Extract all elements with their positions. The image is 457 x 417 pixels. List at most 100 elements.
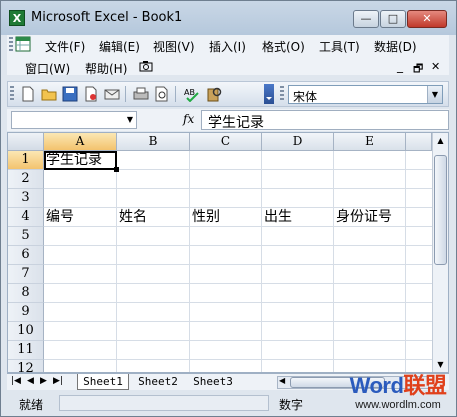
row-header-7[interactable]: 7 — [8, 265, 44, 284]
font-name: 宋体 — [293, 90, 318, 104]
svg-text:AB: AB — [184, 88, 195, 97]
scroll-left-icon[interactable]: ◀ — [279, 376, 285, 385]
formula-bar: ▼ fx 学生记录 — [7, 109, 449, 131]
window-title: Microsoft Excel - Book1 — [31, 10, 183, 25]
column-header-partial[interactable] — [406, 133, 432, 151]
minimize-button[interactable]: — — [353, 10, 379, 28]
row-header-3[interactable]: 3 — [8, 189, 44, 208]
cell-c4[interactable]: 性别 — [192, 208, 220, 227]
status-ready: 就绪 — [19, 398, 44, 412]
watermark-url: www.wordlm.com — [355, 399, 441, 411]
font-select[interactable]: 宋体 ▼ — [288, 85, 443, 104]
excel-icon[interactable]: X — [9, 10, 25, 26]
chevron-down-icon[interactable]: ▼ — [427, 86, 442, 103]
formula-content: 学生记录 — [208, 115, 264, 131]
doc-minimize-button[interactable]: _ — [397, 59, 403, 73]
cell-b4[interactable]: 姓名 — [119, 208, 147, 227]
tab-sheet3[interactable]: Sheet3 — [187, 374, 239, 390]
scroll-down-icon[interactable]: ▼ — [433, 357, 448, 372]
spelling-icon[interactable]: AB — [184, 86, 200, 103]
tab-sheet1[interactable]: Sheet1 — [77, 374, 129, 390]
row-header-5[interactable]: 5 — [8, 227, 44, 246]
watermark-cn: 联盟 — [403, 373, 447, 398]
grid-line — [44, 188, 439, 189]
grid-line — [44, 283, 439, 284]
chevron-down-icon[interactable]: ▼ — [127, 115, 133, 124]
column-header-e[interactable]: E — [334, 133, 406, 151]
grid-line — [44, 264, 439, 265]
menu-insert[interactable]: 插入(I) — [209, 38, 246, 55]
save-icon[interactable] — [62, 86, 78, 102]
menu-help[interactable]: 帮助(H) — [85, 60, 127, 77]
print-preview-icon[interactable] — [154, 86, 170, 102]
row-header-1[interactable]: 1 — [8, 151, 44, 170]
prev-sheet-icon[interactable]: ◀ — [27, 376, 34, 386]
menu-window[interactable]: 窗口(W) — [25, 60, 70, 77]
column-header-d[interactable]: D — [262, 133, 334, 151]
new-icon[interactable] — [20, 86, 36, 102]
title-bar[interactable]: X Microsoft Excel - Book1 — □ ✕ — [1, 1, 456, 35]
select-all-button[interactable] — [8, 133, 44, 151]
menu-tools[interactable]: 工具(T) — [319, 38, 360, 55]
standard-toolbar: AB 宋体 ▼ — [7, 81, 449, 107]
active-cell-border — [44, 151, 117, 170]
print-icon[interactable] — [133, 86, 149, 102]
row-header-9[interactable]: 9 — [8, 303, 44, 322]
cell-a4[interactable]: 编号 — [46, 208, 74, 227]
menu-format[interactable]: 格式(O) — [262, 38, 305, 55]
close-button[interactable]: ✕ — [407, 10, 447, 28]
maximize-button[interactable]: □ — [380, 10, 406, 28]
menu-view[interactable]: 视图(V) — [153, 38, 195, 55]
row-header-11[interactable]: 11 — [8, 341, 44, 360]
row-header-6[interactable]: 6 — [8, 246, 44, 265]
fx-icon[interactable]: fx — [183, 112, 194, 126]
menu-edit[interactable]: 编辑(E) — [99, 38, 140, 55]
column-header-b[interactable]: B — [117, 133, 190, 151]
workbook-icon[interactable] — [15, 36, 32, 53]
cell-d4[interactable]: 出生 — [264, 208, 292, 227]
menu-data[interactable]: 数据(D) — [374, 38, 417, 55]
fill-handle[interactable] — [114, 167, 119, 172]
doc-close-button[interactable]: ✕ — [431, 60, 440, 73]
vertical-scroll-thumb[interactable] — [434, 155, 447, 265]
toolbar-grip[interactable] — [10, 86, 14, 102]
toolbar-options-button[interactable] — [264, 84, 274, 104]
last-sheet-icon[interactable]: ▶| — [53, 376, 63, 386]
first-sheet-icon[interactable]: |◀ — [11, 376, 21, 386]
status-num-lock: 数字 — [279, 398, 304, 412]
row-header-2[interactable]: 2 — [8, 170, 44, 189]
grid-line — [44, 340, 439, 341]
formula-input[interactable]: 学生记录 — [201, 110, 449, 131]
research-icon[interactable] — [206, 86, 222, 102]
cell-e4[interactable]: 身份证号 — [336, 208, 392, 227]
menu-file[interactable]: 文件(F) — [45, 38, 85, 55]
name-box[interactable]: ▼ — [11, 111, 137, 129]
row-header-8[interactable]: 8 — [8, 284, 44, 303]
camera-icon[interactable] — [139, 60, 153, 72]
status-panel — [59, 395, 269, 411]
row-header-12[interactable]: 12 — [8, 360, 44, 372]
excel-window: X Microsoft Excel - Book1 — □ ✕ 文件(F) 编辑… — [0, 0, 457, 417]
row-header-10[interactable]: 10 — [8, 322, 44, 341]
watermark-word: Word — [349, 373, 404, 398]
doc-restore-button[interactable]: 🗗 — [413, 60, 423, 79]
format-toolbar-grip[interactable] — [280, 86, 284, 102]
scroll-up-icon[interactable]: ▲ — [433, 133, 448, 148]
toolbar-separator — [175, 86, 176, 102]
vertical-scrollbar[interactable]: ▲ ▼ — [432, 133, 448, 372]
row-header-4[interactable]: 4 — [8, 208, 44, 227]
worksheet-grid[interactable]: A B C D E 1 2 3 4 5 6 7 8 9 10 11 12 学生记… — [7, 132, 449, 373]
tab-sheet2[interactable]: Sheet2 — [132, 374, 184, 390]
column-header-a[interactable]: A — [44, 133, 117, 151]
toolbar-separator — [125, 86, 126, 102]
permission-icon[interactable] — [83, 86, 99, 102]
grip-handle[interactable] — [9, 37, 13, 53]
grid-line — [44, 321, 439, 322]
grid-line — [44, 359, 439, 360]
column-header-c[interactable]: C — [190, 133, 262, 151]
next-sheet-icon[interactable]: ▶ — [40, 376, 47, 386]
open-icon[interactable] — [41, 86, 57, 102]
email-icon[interactable] — [104, 86, 120, 102]
grid-line — [44, 245, 439, 246]
watermark-logo: Word联盟 www.wordlm.com — [343, 373, 453, 416]
